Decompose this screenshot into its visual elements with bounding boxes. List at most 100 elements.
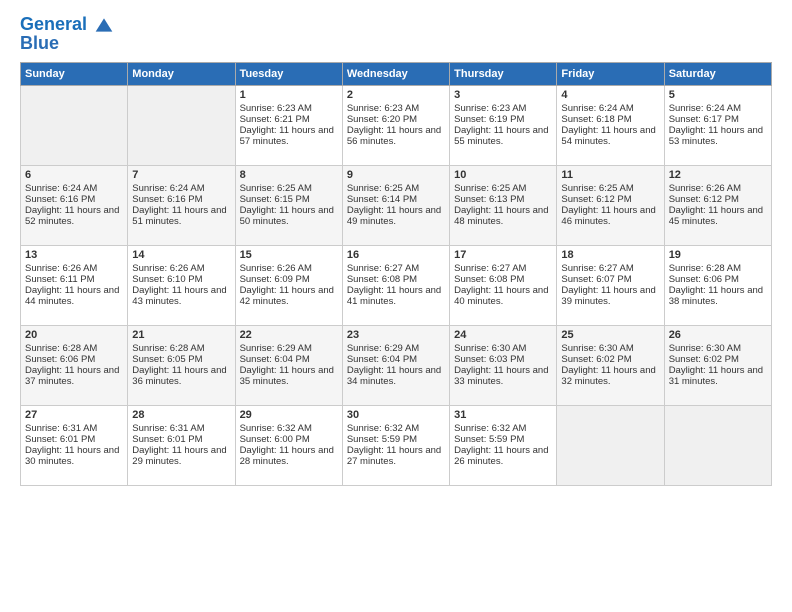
day-info: Sunrise: 6:23 AM (454, 103, 552, 114)
day-number: 26 (669, 329, 767, 341)
calendar-cell: 9Sunrise: 6:25 AMSunset: 6:14 PMDaylight… (342, 166, 449, 246)
day-info: Sunrise: 6:28 AM (132, 343, 230, 354)
day-info: Sunset: 6:01 PM (25, 434, 123, 445)
day-info: Sunrise: 6:24 AM (561, 103, 659, 114)
day-info: Sunrise: 6:30 AM (561, 343, 659, 354)
day-number: 13 (25, 249, 123, 261)
day-info: Sunrise: 6:25 AM (454, 183, 552, 194)
day-info: Sunrise: 6:24 AM (25, 183, 123, 194)
day-number: 14 (132, 249, 230, 261)
day-info: Daylight: 11 hours and 39 minutes. (561, 285, 659, 307)
day-info: Daylight: 11 hours and 57 minutes. (240, 125, 338, 147)
logo-icon (94, 15, 114, 35)
day-info: Sunrise: 6:26 AM (240, 263, 338, 274)
calendar-cell: 28Sunrise: 6:31 AMSunset: 6:01 PMDayligh… (128, 406, 235, 486)
calendar-cell (664, 406, 771, 486)
day-info: Sunset: 6:03 PM (454, 354, 552, 365)
calendar-week-row: 27Sunrise: 6:31 AMSunset: 6:01 PMDayligh… (21, 406, 772, 486)
day-info: Daylight: 11 hours and 36 minutes. (132, 365, 230, 387)
calendar-cell: 31Sunrise: 6:32 AMSunset: 5:59 PMDayligh… (450, 406, 557, 486)
day-info: Sunset: 6:02 PM (561, 354, 659, 365)
day-number: 29 (240, 409, 338, 421)
day-info: Daylight: 11 hours and 53 minutes. (669, 125, 767, 147)
day-info: Sunrise: 6:28 AM (25, 343, 123, 354)
day-info: Sunrise: 6:26 AM (132, 263, 230, 274)
day-info: Sunset: 6:00 PM (240, 434, 338, 445)
day-number: 25 (561, 329, 659, 341)
day-number: 28 (132, 409, 230, 421)
calendar-cell: 11Sunrise: 6:25 AMSunset: 6:12 PMDayligh… (557, 166, 664, 246)
day-info: Daylight: 11 hours and 55 minutes. (454, 125, 552, 147)
calendar-cell: 15Sunrise: 6:26 AMSunset: 6:09 PMDayligh… (235, 246, 342, 326)
day-info: Sunset: 5:59 PM (347, 434, 445, 445)
day-info: Sunset: 6:19 PM (454, 114, 552, 125)
day-info: Sunset: 6:14 PM (347, 194, 445, 205)
day-number: 12 (669, 169, 767, 181)
calendar-body: 1Sunrise: 6:23 AMSunset: 6:21 PMDaylight… (21, 86, 772, 486)
day-number: 27 (25, 409, 123, 421)
day-info: Sunset: 6:15 PM (240, 194, 338, 205)
weekday-header: Sunday (21, 63, 128, 86)
logo-blue: Blue (20, 33, 114, 54)
calendar-cell: 20Sunrise: 6:28 AMSunset: 6:06 PMDayligh… (21, 326, 128, 406)
day-info: Sunrise: 6:24 AM (132, 183, 230, 194)
day-info: Sunrise: 6:29 AM (240, 343, 338, 354)
calendar-cell (557, 406, 664, 486)
calendar-cell: 13Sunrise: 6:26 AMSunset: 6:11 PMDayligh… (21, 246, 128, 326)
day-info: Sunrise: 6:30 AM (454, 343, 552, 354)
calendar-cell: 5Sunrise: 6:24 AMSunset: 6:17 PMDaylight… (664, 86, 771, 166)
day-number: 6 (25, 169, 123, 181)
day-info: Daylight: 11 hours and 29 minutes. (132, 445, 230, 467)
calendar-cell: 8Sunrise: 6:25 AMSunset: 6:15 PMDaylight… (235, 166, 342, 246)
day-info: Daylight: 11 hours and 37 minutes. (25, 365, 123, 387)
day-info: Daylight: 11 hours and 52 minutes. (25, 205, 123, 227)
calendar-cell: 3Sunrise: 6:23 AMSunset: 6:19 PMDaylight… (450, 86, 557, 166)
day-info: Daylight: 11 hours and 46 minutes. (561, 205, 659, 227)
weekday-header: Wednesday (342, 63, 449, 86)
day-info: Sunset: 6:20 PM (347, 114, 445, 125)
day-info: Sunset: 6:05 PM (132, 354, 230, 365)
calendar-cell: 22Sunrise: 6:29 AMSunset: 6:04 PMDayligh… (235, 326, 342, 406)
weekday-header: Saturday (664, 63, 771, 86)
calendar-cell: 17Sunrise: 6:27 AMSunset: 6:08 PMDayligh… (450, 246, 557, 326)
day-info: Daylight: 11 hours and 34 minutes. (347, 365, 445, 387)
day-info: Daylight: 11 hours and 54 minutes. (561, 125, 659, 147)
day-info: Sunset: 6:06 PM (669, 274, 767, 285)
calendar-cell: 2Sunrise: 6:23 AMSunset: 6:20 PMDaylight… (342, 86, 449, 166)
day-number: 22 (240, 329, 338, 341)
day-info: Sunrise: 6:26 AM (669, 183, 767, 194)
day-info: Daylight: 11 hours and 35 minutes. (240, 365, 338, 387)
day-info: Sunset: 6:02 PM (669, 354, 767, 365)
day-info: Daylight: 11 hours and 43 minutes. (132, 285, 230, 307)
calendar-week-row: 20Sunrise: 6:28 AMSunset: 6:06 PMDayligh… (21, 326, 772, 406)
calendar-cell: 19Sunrise: 6:28 AMSunset: 6:06 PMDayligh… (664, 246, 771, 326)
day-info: Sunset: 6:04 PM (347, 354, 445, 365)
day-info: Daylight: 11 hours and 27 minutes. (347, 445, 445, 467)
day-info: Sunrise: 6:23 AM (240, 103, 338, 114)
day-info: Sunset: 6:07 PM (561, 274, 659, 285)
calendar-cell: 7Sunrise: 6:24 AMSunset: 6:16 PMDaylight… (128, 166, 235, 246)
day-number: 11 (561, 169, 659, 181)
calendar-cell: 30Sunrise: 6:32 AMSunset: 5:59 PMDayligh… (342, 406, 449, 486)
calendar-cell (128, 86, 235, 166)
day-number: 8 (240, 169, 338, 181)
calendar-cell: 18Sunrise: 6:27 AMSunset: 6:07 PMDayligh… (557, 246, 664, 326)
calendar-cell: 26Sunrise: 6:30 AMSunset: 6:02 PMDayligh… (664, 326, 771, 406)
day-number: 31 (454, 409, 552, 421)
day-info: Sunrise: 6:23 AM (347, 103, 445, 114)
day-info: Sunrise: 6:24 AM (669, 103, 767, 114)
day-number: 9 (347, 169, 445, 181)
weekday-header: Thursday (450, 63, 557, 86)
day-info: Sunset: 6:08 PM (454, 274, 552, 285)
calendar-cell (21, 86, 128, 166)
calendar-cell: 10Sunrise: 6:25 AMSunset: 6:13 PMDayligh… (450, 166, 557, 246)
day-info: Daylight: 11 hours and 33 minutes. (454, 365, 552, 387)
day-number: 2 (347, 89, 445, 101)
day-info: Sunrise: 6:28 AM (669, 263, 767, 274)
day-info: Sunrise: 6:29 AM (347, 343, 445, 354)
day-info: Sunset: 6:17 PM (669, 114, 767, 125)
calendar-week-row: 13Sunrise: 6:26 AMSunset: 6:11 PMDayligh… (21, 246, 772, 326)
day-info: Sunset: 6:12 PM (669, 194, 767, 205)
day-info: Sunset: 6:13 PM (454, 194, 552, 205)
day-info: Daylight: 11 hours and 30 minutes. (25, 445, 123, 467)
